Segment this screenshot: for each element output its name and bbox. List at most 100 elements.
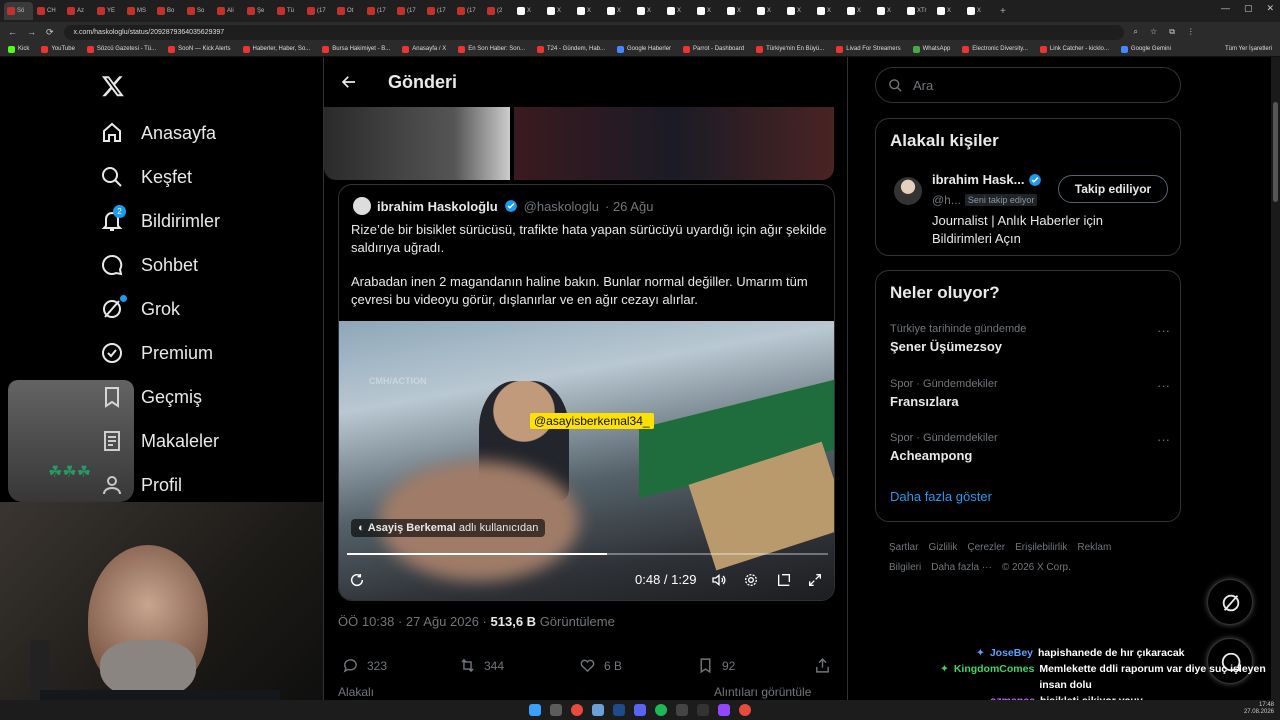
footer-link[interactable]: Daha fazla ··· [931,562,992,573]
bookmark-item[interactable]: Livad For Streamers [836,45,901,53]
browser-tab[interactable]: X [604,2,633,20]
pip-icon[interactable] [776,572,792,588]
more-options-icon[interactable]: ··· [1157,378,1170,393]
system-tray-clock[interactable]: 17:48 27.08.2026 [1244,702,1274,716]
browser-tab[interactable]: X [544,2,573,20]
start-icon[interactable] [529,704,541,716]
bookmark-button[interactable]: 92 [697,657,735,674]
footer-link[interactable]: Şartlar [889,542,918,553]
all-bookmarks-button[interactable]: Tüm Yer İşaretleri [1225,46,1272,52]
nav-item-home[interactable]: Anasayfa [100,121,216,145]
quoted-author-handle[interactable]: @haskologlu [524,199,599,214]
bookmark-item[interactable]: Link Catcher - kicklo... [1039,45,1109,53]
related-person-handle[interactable]: @h... Seni takip ediyor [932,193,1038,207]
page-scrollbar[interactable] [1271,57,1280,700]
bookmark-item[interactable]: Google Gemini [1120,45,1171,53]
browser-tab[interactable]: YE [94,2,123,20]
browser-tab[interactable]: Ali [214,2,243,20]
bookmark-item[interactable]: En Son Haber: Son... [458,45,525,53]
browser-tab[interactable]: X [874,2,903,20]
spotify-icon[interactable] [655,704,667,716]
browser-tab[interactable]: X [694,2,723,20]
search-input[interactable]: Ara [875,67,1181,103]
star-icon[interactable]: ☆ [1150,27,1157,37]
window-controls[interactable]: — ▢ ✕ [1221,3,1274,14]
bookmark-item[interactable]: Bursa Hakimiyet - B... [322,45,390,53]
video-player[interactable]: CMH/ACTION @asayisberkemal34_ ◐ Asayiş B… [339,321,834,600]
video-progress-bar[interactable] [347,553,828,555]
browser-tab[interactable]: X [574,2,603,20]
menu-icon[interactable]: ⋮ [1187,27,1195,37]
browser-tab[interactable]: Az [64,2,93,20]
more-options-icon[interactable]: ··· [1157,432,1170,447]
bookmark-item[interactable]: Sözcü Gazetesi - Tü... [86,45,156,53]
reply-button[interactable]: 323 [342,657,387,674]
footer-link[interactable]: © 2026 X Corp. [1002,562,1071,573]
browser-tab[interactable]: MS [124,2,153,20]
footer-link[interactable]: Çerezler [967,542,1005,553]
related-person-name[interactable]: ibrahim Hask... [932,172,1042,187]
trend-item[interactable]: Spor · Gündemdekiler Fransızlara ··· [890,378,1170,409]
extensions-icon[interactable]: ⧉ [1169,27,1175,37]
footer-link[interactable]: Erişilebilirlik [1015,542,1067,553]
browser-tab[interactable]: XTr [904,2,933,20]
browser-tab[interactable]: X [664,2,693,20]
chrome-icon-2[interactable] [739,704,751,716]
zoom-icon[interactable]: ⌕ [1134,27,1138,37]
browser-tab[interactable]: X [724,2,753,20]
bookmark-item[interactable]: WhatsApp [912,45,950,53]
browser-tab[interactable]: (17 [304,2,333,20]
epic-icon[interactable] [676,704,688,716]
browser-tab[interactable]: X [964,2,993,20]
bookmark-item[interactable]: Anasayfa / X [402,45,446,53]
show-more-link[interactable]: Daha fazla göster [890,489,992,504]
new-tab-button[interactable]: + [1000,6,1006,17]
like-button[interactable]: 6 B [579,657,622,674]
nav-item-explore[interactable]: Keşfet [100,165,192,189]
nav-item-chat[interactable]: Sohbet [100,253,198,277]
nav-item-grok[interactable]: Grok [100,295,180,321]
browser-tab[interactable]: Sö [4,2,33,20]
twitch-icon[interactable] [718,704,730,716]
browser-tab[interactable]: Şe [244,2,273,20]
explorer-icon[interactable] [592,704,604,716]
browser-tab[interactable]: Bo [154,2,183,20]
bookmark-item[interactable]: T24 - Gündem, Hab... [536,45,605,53]
browser-tab[interactable]: X [514,2,543,20]
back-arrow-icon[interactable] [340,73,358,91]
grok-fab-button[interactable] [1207,579,1253,625]
back-nav-icon[interactable]: ← [8,27,17,37]
browser-tab[interactable]: (2 [484,2,513,20]
trend-item[interactable]: Türkiye tarihinde gündemde Şener Üşümezs… [890,323,1170,354]
post-image-1[interactable] [324,107,510,180]
bookmark-item[interactable]: Kick [8,45,29,53]
bookmark-item[interactable]: Türkiye'nin En Büyü... [756,45,824,53]
browser-tab[interactable]: Ot [334,2,363,20]
volume-icon[interactable] [711,572,727,588]
avatar[interactable] [894,177,922,205]
trend-item[interactable]: Spor · Gündemdekiler Acheampong ··· [890,432,1170,463]
post-media-top[interactable] [324,107,847,181]
discord-icon[interactable] [634,704,646,716]
browser-tab[interactable]: X [814,2,843,20]
browser-tab[interactable]: CH [34,2,63,20]
following-button[interactable]: Takip ediliyor [1058,175,1168,203]
related-tab[interactable]: Alakalı [338,685,374,699]
video-source-label[interactable]: ◐ Asayiş Berkemal adlı kullanıcıdan [351,519,546,537]
scrollbar-thumb[interactable] [1273,102,1278,202]
replay-icon[interactable] [349,572,365,588]
view-quotes-link[interactable]: Alıntıları görüntüle [714,685,811,699]
browser-tab[interactable]: (17 [394,2,423,20]
bookmark-item[interactable]: Haberler, Haber, So... [242,45,310,53]
x-logo-icon[interactable] [100,74,126,98]
bookmark-item[interactable]: Parrot - Dashboard [683,45,744,53]
browser-tab[interactable]: (17 [454,2,483,20]
browser-tab[interactable]: (17 [364,2,393,20]
footer-link[interactable]: Gizlilik [928,542,957,553]
obs-icon[interactable] [697,704,709,716]
browser-tab[interactable]: X [784,2,813,20]
browser-tab[interactable]: X [634,2,663,20]
nav-item-premium[interactable]: Premium [100,341,213,365]
fullscreen-icon[interactable] [807,572,823,588]
search-taskbar-icon[interactable] [550,704,562,716]
